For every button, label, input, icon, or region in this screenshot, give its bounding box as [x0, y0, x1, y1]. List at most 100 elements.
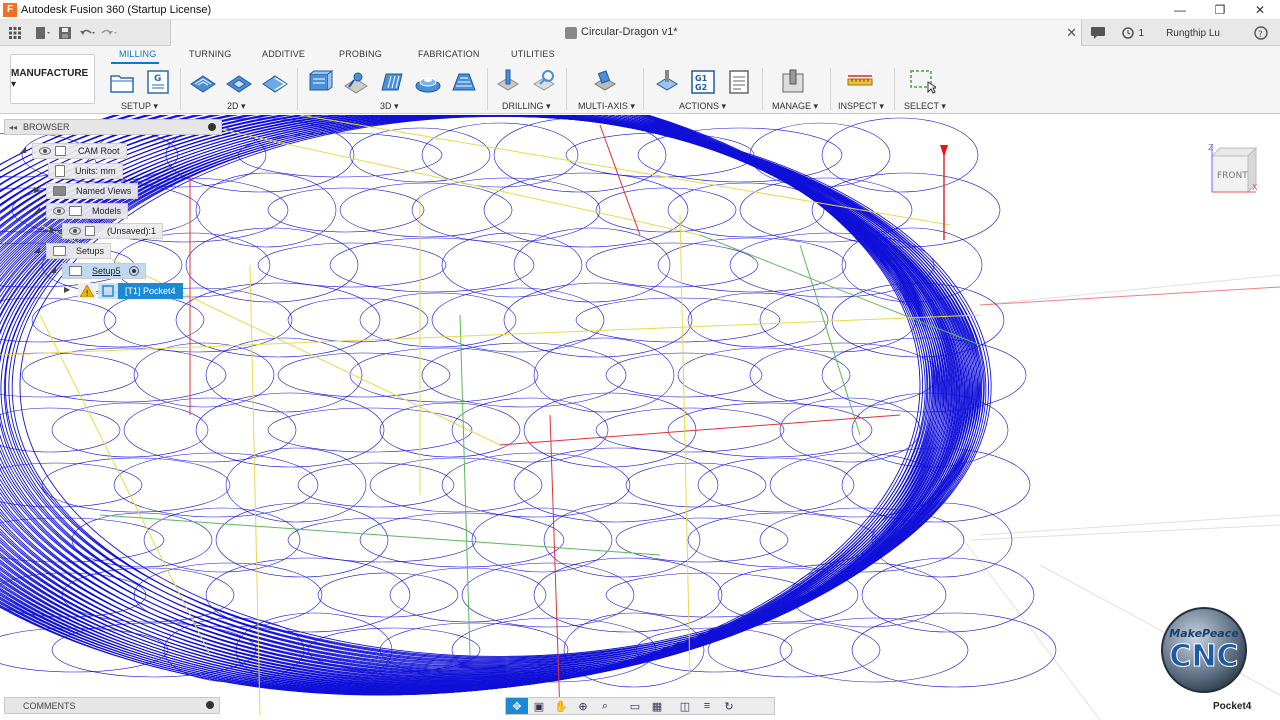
help-icon[interactable]: ?	[1250, 23, 1272, 43]
activate-setup-icon[interactable]	[128, 266, 139, 276]
grid-settings-icon[interactable]: ▦	[646, 698, 668, 714]
viewcube-front-label[interactable]: FRONT	[1217, 171, 1248, 181]
tree-item-pocket4[interactable]: [T1] Pocket4	[118, 283, 183, 299]
tab-milling[interactable]: MILLING	[119, 49, 156, 59]
toolpath-pass	[513, 227, 671, 303]
measure-icon[interactable]	[846, 68, 874, 96]
drill-icon[interactable]	[494, 68, 522, 96]
3d-adaptive-icon[interactable]	[306, 68, 334, 96]
cam-root-icon	[55, 146, 66, 156]
group-manage[interactable]: MANAGE ▾	[772, 101, 818, 112]
select-box-icon[interactable]	[908, 68, 936, 96]
ribbon-separator	[643, 68, 644, 110]
expand-unsaved-icon[interactable]: ▶	[50, 225, 56, 234]
folder-icon	[53, 186, 66, 196]
svg-text:!: !	[86, 289, 89, 297]
tab-additive[interactable]: ADDITIVE	[262, 49, 305, 59]
fit-zoom-icon[interactable]: ⌕	[594, 698, 616, 714]
hole-recognition-icon[interactable]	[530, 68, 558, 96]
tree-item-setups[interactable]: Setups	[46, 243, 112, 259]
minimize-button[interactable]: —	[1160, 0, 1200, 20]
expand-pocket4-icon[interactable]: ▶	[64, 285, 70, 294]
setup-sheet-icon[interactable]	[725, 68, 753, 96]
camera-icon[interactable]: ≡	[696, 698, 718, 714]
3d-parallel-icon[interactable]	[378, 68, 406, 96]
tree-item-named-views[interactable]: Named Views	[46, 183, 139, 199]
3d-pocket-icon[interactable]	[342, 68, 370, 96]
tree-item-units[interactable]: Units: mm	[48, 163, 123, 179]
viewcube[interactable]: FRONT Z X	[1208, 142, 1258, 198]
pin-icon[interactable]	[208, 123, 216, 131]
2d-pocket-icon[interactable]	[225, 68, 253, 96]
visibility-eye-icon[interactable]	[69, 227, 81, 235]
toolpath-canvas[interactable]	[0, 115, 1280, 720]
group-drilling[interactable]: DRILLING ▾	[502, 101, 551, 112]
close-tab-icon[interactable]: ✕	[1066, 25, 1077, 41]
setup-folder-icon[interactable]	[108, 68, 136, 96]
toolpath-pass	[471, 507, 613, 573]
visibility-eye-icon[interactable]	[53, 207, 65, 215]
tree-item-unsaved-model[interactable]: (Unsaved):1	[62, 223, 164, 239]
toolpath-link	[199, 124, 701, 236]
pin-icon[interactable]	[206, 701, 214, 709]
visibility-eye-icon[interactable]	[39, 147, 51, 155]
2d-adaptive-icon[interactable]	[189, 68, 217, 96]
tab-probing[interactable]: PROBING	[339, 49, 382, 59]
selection-status-label: Pocket4	[1213, 701, 1252, 712]
look-at-icon[interactable]: ▣	[528, 698, 550, 714]
browser-header[interactable]: ◂◂ BROWSER	[4, 119, 222, 135]
undo-icon[interactable]	[76, 23, 98, 43]
orbit-icon[interactable]: ✥	[506, 698, 528, 714]
group-actions[interactable]: ACTIONS ▾	[679, 101, 726, 112]
group-select[interactable]: SELECT ▾	[904, 101, 946, 112]
expand-setup5-icon[interactable]: ◢	[50, 265, 56, 274]
simulate-icon[interactable]	[653, 68, 681, 96]
clock-icon[interactable]	[1117, 23, 1139, 43]
chat-icon[interactable]	[1087, 23, 1109, 43]
tab-turning[interactable]: TURNING	[189, 49, 231, 59]
tab-fabrication[interactable]: FABRICATION	[418, 49, 480, 59]
apps-grid-icon[interactable]	[4, 23, 26, 43]
pan-hand-icon[interactable]: ✋	[550, 698, 572, 714]
close-window-button[interactable]: ✕	[1240, 0, 1280, 20]
group-3d[interactable]: 3D ▾	[380, 101, 399, 112]
toolpath-pass	[277, 352, 451, 398]
viewports-icon[interactable]: ◫	[674, 698, 696, 714]
tree-item-models[interactable]: Models	[46, 203, 129, 219]
3d-scallop-icon[interactable]	[414, 68, 442, 96]
2d-contour-icon[interactable]	[261, 68, 289, 96]
collapse-icon[interactable]: ◂◂	[9, 123, 17, 132]
post-process-icon[interactable]: G	[144, 68, 172, 96]
toolpath-pass	[677, 347, 851, 403]
3d-viewport[interactable]	[0, 115, 1280, 720]
user-name[interactable]: Rungthip Lu	[1166, 28, 1220, 39]
workspace-switcher-button[interactable]: MANUFACTURE ▾	[10, 54, 95, 104]
group-multi-axis[interactable]: MULTI-AXIS ▾	[578, 101, 635, 112]
group-2d[interactable]: 2D ▾	[227, 101, 246, 112]
zoom-icon[interactable]: ⊕	[572, 698, 594, 714]
document-tab[interactable]: Circular-Dragon v1* ✕	[170, 20, 1082, 46]
expand-cam-root-icon[interactable]: ◢	[20, 145, 26, 154]
comments-panel[interactable]: COMMENTS	[4, 697, 220, 714]
tree-item-setup5[interactable]: Setup5	[62, 263, 146, 279]
refresh-icon[interactable]: ↻	[718, 698, 740, 714]
3d-contour-icon[interactable]	[450, 68, 478, 96]
file-menu-icon[interactable]	[32, 23, 54, 43]
save-icon[interactable]	[54, 23, 76, 43]
svg-text:G1: G1	[695, 74, 708, 83]
tree-item-cam-root[interactable]: CAM Root	[32, 143, 127, 159]
expand-named-views-icon[interactable]: ▶	[34, 185, 40, 194]
redo-icon[interactable]	[98, 23, 120, 43]
tab-utilities[interactable]: UTILITIES	[511, 49, 555, 59]
multi-axis-icon[interactable]	[591, 68, 619, 96]
expand-models-icon[interactable]: ◢	[34, 205, 40, 214]
post-process-g1g2-icon[interactable]: G1G2	[689, 68, 717, 96]
tool-library-icon[interactable]	[779, 68, 807, 96]
group-setup[interactable]: SETUP ▾	[121, 101, 158, 112]
toolpath-pass	[359, 512, 565, 568]
toolbar-ribbon: MANUFACTURE ▾ MILLING TURNING ADDITIVE P…	[0, 46, 1280, 114]
expand-setups-icon[interactable]: ◢	[34, 245, 40, 254]
display-settings-icon[interactable]: ▭	[624, 698, 646, 714]
maximize-button[interactable]: ❐	[1200, 0, 1240, 20]
group-inspect[interactable]: INSPECT ▾	[838, 101, 884, 112]
